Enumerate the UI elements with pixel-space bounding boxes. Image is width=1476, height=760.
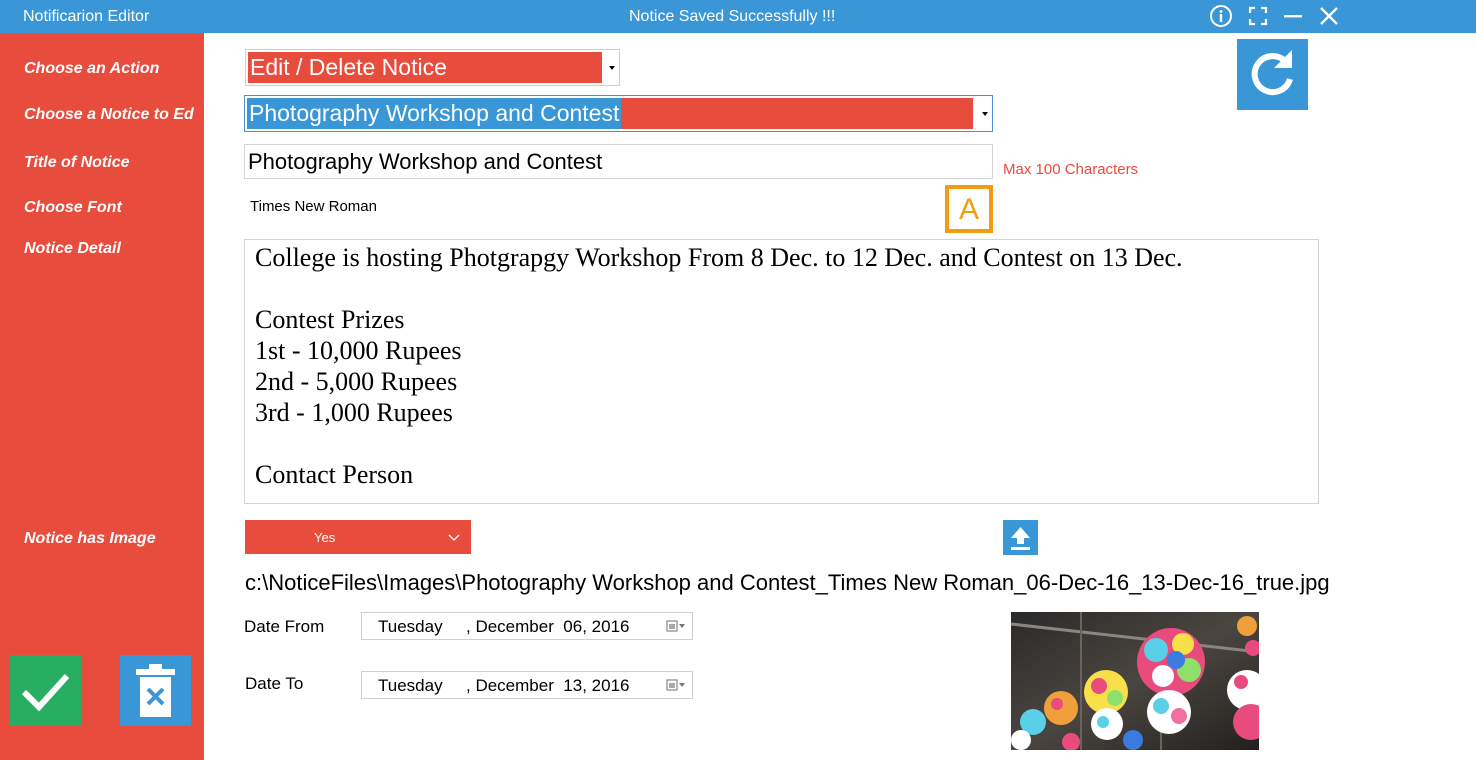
minimize-button[interactable] <box>1281 4 1307 30</box>
minimize-icon <box>1284 15 1302 18</box>
title-max-hint: Max 100 Characters <box>1003 161 1139 178</box>
has-image-dropdown[interactable]: Yes <box>245 520 471 554</box>
font-icon-letter: A <box>958 193 979 226</box>
date-to-day: Tuesday <box>378 676 443 695</box>
title-input[interactable]: Photography Workshop and Contest <box>244 144 993 179</box>
notice-detail-textarea[interactable]: College is hosting Photgrapgy Workshop F… <box>244 239 1319 504</box>
action-dropdown[interactable]: Edit / Delete Notice <box>245 49 620 86</box>
date-from-date: , December 06, 2016 <box>466 617 630 636</box>
checkmark-icon <box>21 673 70 712</box>
chevron-down-icon <box>609 66 615 70</box>
date-from-day: Tuesday <box>378 617 443 636</box>
calendar-icon <box>666 620 685 632</box>
notice-detail-line: College is hosting Photgrapgy Workshop F… <box>255 243 1183 272</box>
font-icon: A <box>948 188 990 230</box>
has-image-value: Yes <box>314 530 336 545</box>
close-button[interactable] <box>1316 4 1342 30</box>
label-notice-detail: Notice Detail <box>24 240 121 257</box>
maximize-icon <box>1248 6 1268 26</box>
choose-font-button[interactable]: A <box>945 185 993 233</box>
notice-detail-line: 3rd - 1,000 Rupees <box>255 398 453 427</box>
date-to-picker[interactable]: Tuesday , December 13, 2016 <box>361 671 693 699</box>
sidebar: Choose an Action Choose a Notice to Ed T… <box>0 33 204 760</box>
chevron-down-icon <box>448 534 460 541</box>
notice-detail-line <box>255 273 1308 304</box>
chevron-down-icon <box>982 112 988 116</box>
notice-image-preview <box>1011 612 1259 750</box>
label-notice-has-image: Notice has Image <box>24 530 156 547</box>
date-to-date: , December 13, 2016 <box>466 676 630 695</box>
pom-pom-photo <box>1011 612 1259 750</box>
save-button[interactable] <box>10 655 81 726</box>
date-from-picker[interactable]: Tuesday , December 06, 2016 <box>361 612 693 640</box>
font-name: Times New Roman <box>250 198 377 215</box>
notice-detail-line: Contest Prizes <box>255 305 405 334</box>
notice-dropdown-value: Photography Workshop and Contest <box>247 98 622 129</box>
image-path: c:\NoticeFiles\Images\Photography Worksh… <box>245 570 1330 595</box>
notice-detail-line <box>255 428 1308 459</box>
refresh-icon <box>1251 50 1293 96</box>
action-dropdown-value: Edit / Delete Notice <box>248 52 602 83</box>
close-icon <box>1320 7 1338 25</box>
window-title: Notificarion Editor <box>23 8 150 25</box>
label-choose-notice: Choose a Notice to Ed <box>24 106 194 123</box>
label-title-of-notice: Title of Notice <box>24 154 130 171</box>
upload-button[interactable] <box>1003 520 1038 555</box>
trash-icon <box>136 664 175 717</box>
status-message: Notice Saved Successfully !!! <box>629 8 836 25</box>
label-choose-action: Choose an Action <box>24 60 160 77</box>
date-from-label: Date From <box>244 617 325 636</box>
notice-detail-line: 2nd - 5,000 Rupees <box>255 367 458 396</box>
maximize-button[interactable] <box>1245 4 1271 30</box>
notice-detail-line: 1st - 10,000 Rupees <box>255 336 462 365</box>
info-button[interactable] <box>1208 4 1234 30</box>
notice-dropdown[interactable]: Photography Workshop and Contest <box>244 95 993 132</box>
delete-button[interactable] <box>120 655 191 726</box>
label-choose-font: Choose Font <box>24 199 122 216</box>
date-to-label: Date To <box>245 674 304 693</box>
info-icon <box>1210 5 1232 27</box>
upload-icon <box>1011 527 1030 550</box>
notice-dropdown-field: Photography Workshop and Contest <box>247 98 973 129</box>
notice-detail-line: Contact Person <box>255 460 414 489</box>
title-bar: Notificarion Editor Notice Saved Success… <box>0 0 1476 33</box>
refresh-button[interactable] <box>1237 39 1308 110</box>
calendar-icon <box>666 679 685 691</box>
